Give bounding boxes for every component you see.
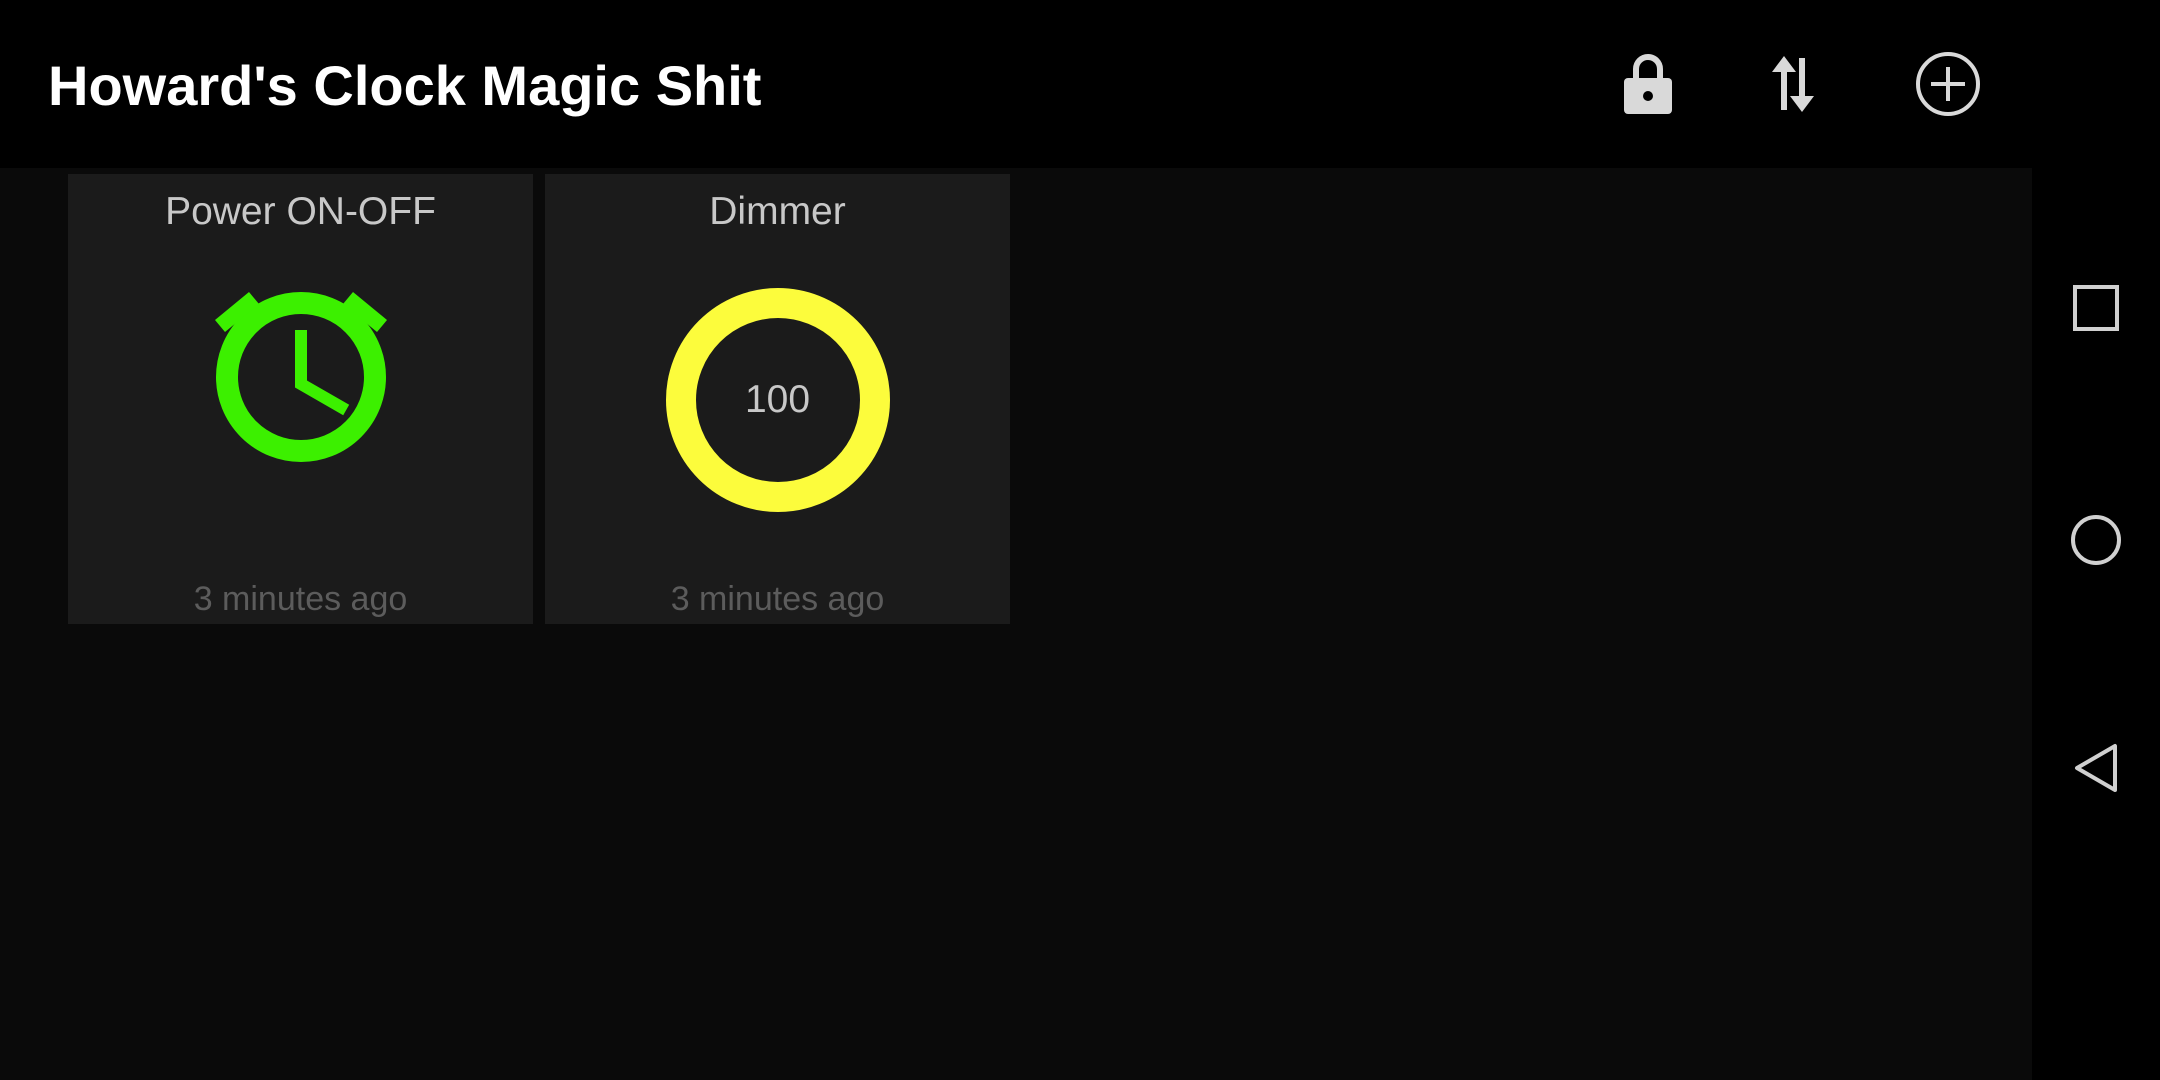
dimmer-gauge: 100 <box>664 286 892 514</box>
square-icon <box>2073 285 2119 331</box>
tile-timestamp: 3 minutes ago <box>193 580 408 618</box>
swap-vertical-icon <box>1772 56 1814 112</box>
triangle-back-icon <box>2075 744 2117 792</box>
app-bar: Howard's Clock Magic Shit <box>0 0 2032 168</box>
tile-title: Power ON-OFF <box>165 190 436 233</box>
recents-button[interactable] <box>2056 268 2136 348</box>
add-button[interactable] <box>1908 44 1988 124</box>
circle-icon <box>2071 515 2121 565</box>
alarm-clock-icon <box>214 292 387 462</box>
power-tile[interactable]: Power ON-OFF 3 minutes ago <box>68 174 533 624</box>
system-nav-bar <box>2032 0 2160 1080</box>
home-button[interactable] <box>2056 500 2136 580</box>
tile-title: Dimmer <box>709 190 846 233</box>
add-circle-icon <box>1916 52 1980 116</box>
lock-button[interactable] <box>1608 44 1688 124</box>
app-window: Howard's Clock Magic Shit Power ON-OFF 3… <box>0 0 2032 1080</box>
dimmer-value: 100 <box>744 378 811 421</box>
sort-button[interactable] <box>1753 44 1833 124</box>
dimmer-tile[interactable]: Dimmer 100 3 minutes ago <box>545 174 1010 624</box>
app-title: Howard's Clock Magic Shit <box>48 54 762 117</box>
tile-timestamp: 3 minutes ago <box>670 580 885 618</box>
back-button[interactable] <box>2056 728 2136 808</box>
lock-icon <box>1624 54 1672 114</box>
